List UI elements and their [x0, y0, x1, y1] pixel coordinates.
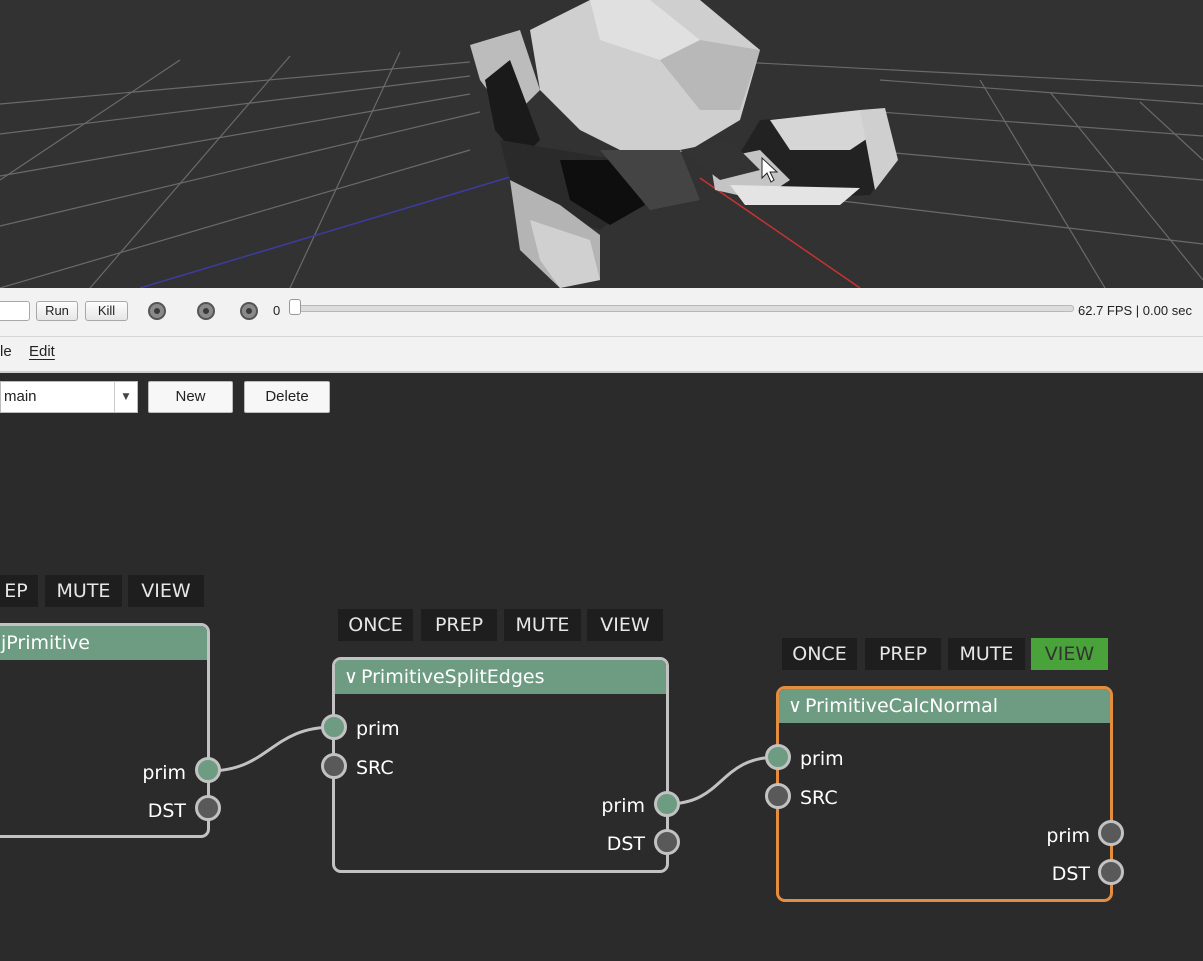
calc-node-view-flag-active[interactable]: VIEW	[1031, 638, 1108, 670]
frame-number: 0	[273, 303, 281, 318]
left-node-out-dst-label: DST	[147, 800, 186, 822]
left-node-view-flag[interactable]: VIEW	[128, 575, 204, 607]
left-node-out-dst-socket[interactable]	[195, 795, 221, 821]
calc-node-out-dst-socket[interactable]	[1098, 859, 1124, 885]
loop-mode-radio-icon[interactable]	[197, 302, 215, 320]
left-node-prep-flag[interactable]: EP	[0, 575, 38, 607]
split-node-title: PrimitiveSplitEdges	[361, 666, 545, 688]
play-mode-radio-icon[interactable]	[148, 302, 166, 320]
kill-button[interactable]: Kill	[85, 301, 128, 321]
calc-node-title: PrimitiveCalcNormal	[805, 695, 999, 717]
split-node-in-prim-label: prim	[356, 718, 400, 740]
split-node-mute-flag[interactable]: MUTE	[504, 609, 581, 641]
calc-node-in-src-socket[interactable]	[765, 783, 791, 809]
viewport-canvas[interactable]	[0, 0, 1203, 288]
node-editor[interactable]: main ▼ New Delete EP MUTE VIEW jPrimitiv…	[0, 373, 1203, 961]
left-node-out-prim-label: prim	[142, 762, 186, 784]
command-input[interactable]	[0, 301, 30, 321]
menu-file[interactable]: le	[0, 343, 12, 360]
playback-toolbar: Run Kill 0 62.7 FPS | 0.00 sec	[0, 288, 1203, 337]
link-split-to-calc	[666, 755, 779, 806]
calc-node-in-prim-socket[interactable]	[765, 744, 791, 770]
calc-node-once-flag[interactable]: ONCE	[782, 638, 857, 670]
left-node-out-prim-socket[interactable]	[195, 757, 221, 783]
calc-node-prep-flag[interactable]: PREP	[865, 638, 941, 670]
calc-node-out-prim-label: prim	[1046, 825, 1090, 847]
split-node-out-prim-socket[interactable]	[654, 791, 680, 817]
split-node-in-src-label: SRC	[356, 757, 394, 779]
split-node-prep-flag[interactable]: PREP	[421, 609, 497, 641]
calc-node-out-dst-label: DST	[1051, 863, 1090, 885]
collapse-chevron-icon[interactable]: ∨	[341, 660, 361, 694]
calc-node-out-prim-socket[interactable]	[1098, 820, 1124, 846]
split-node-header[interactable]: ∨ PrimitiveSplitEdges	[335, 660, 666, 694]
node-left-header[interactable]: jPrimitive	[0, 626, 207, 660]
split-node-in-src-socket[interactable]	[321, 753, 347, 779]
monkey-mesh	[470, 0, 898, 288]
split-node-view-flag[interactable]: VIEW	[587, 609, 663, 641]
calc-node-in-src-label: SRC	[800, 787, 838, 809]
menubar: le Edit	[0, 337, 1203, 373]
split-node-out-prim-label: prim	[601, 795, 645, 817]
3d-viewport[interactable]	[0, 0, 1203, 288]
menu-edit[interactable]: Edit	[29, 343, 55, 360]
step-mode-radio-icon[interactable]	[240, 302, 258, 320]
axis-z-line	[139, 167, 541, 288]
run-button[interactable]: Run	[36, 301, 78, 321]
split-node-out-dst-label: DST	[606, 833, 645, 855]
collapse-chevron-icon[interactable]: ∨	[785, 689, 805, 723]
frame-slider[interactable]	[296, 305, 1074, 312]
frame-slider-handle[interactable]	[289, 299, 301, 315]
node-left-title: jPrimitive	[1, 632, 90, 654]
link-left-to-split	[207, 725, 335, 773]
calc-node-mute-flag[interactable]: MUTE	[948, 638, 1025, 670]
fps-readout: 62.7 FPS | 0.00 sec	[1078, 303, 1192, 318]
split-node-out-dst-socket[interactable]	[654, 829, 680, 855]
split-node-in-prim-socket[interactable]	[321, 714, 347, 740]
calc-node-header[interactable]: ∨ PrimitiveCalcNormal	[779, 689, 1110, 723]
left-node-mute-flag[interactable]: MUTE	[45, 575, 122, 607]
split-node-once-flag[interactable]: ONCE	[338, 609, 413, 641]
calc-node-in-prim-label: prim	[800, 748, 844, 770]
